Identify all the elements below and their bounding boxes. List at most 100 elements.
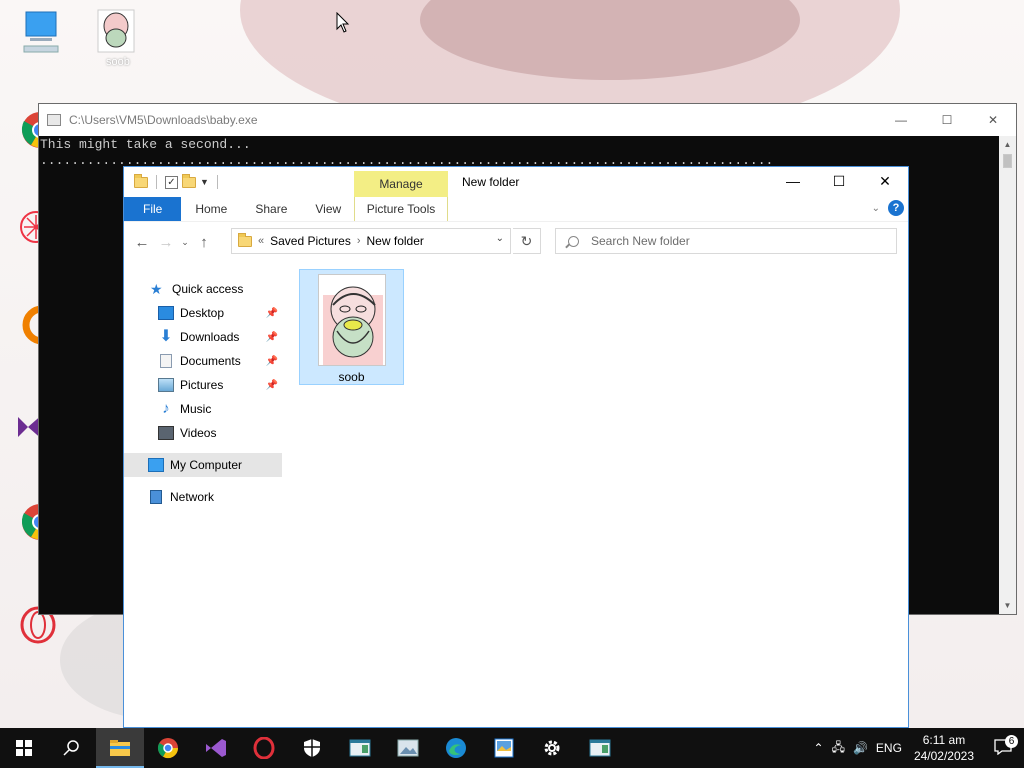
scroll-down-icon[interactable]: ▼ [999,597,1016,614]
this-pc-icon[interactable] [18,8,64,54]
clock-date: 24/02/2023 [913,749,974,763]
console-minimize-button[interactable]: — [878,104,924,136]
up-arrow-icon[interactable]: ↑ [192,234,216,251]
taskbar-image-viewer[interactable] [480,728,528,768]
nav-label: Desktop [180,306,225,320]
tab-file[interactable]: File [124,197,182,221]
tab-home[interactable]: Home [181,197,241,221]
search-placeholder: Search New folder [591,234,690,248]
search-icon [63,740,79,756]
volume-icon[interactable]: 🔊 [849,741,872,755]
explorer-maximize-button[interactable]: ☐ [816,167,862,195]
nav-videos[interactable]: Videos [124,421,282,445]
breadcrumb-overflow[interactable]: « [258,235,264,247]
windows-logo-icon [16,740,32,756]
forward-arrow-icon[interactable]: → [154,234,178,251]
taskbar-settings[interactable] [528,728,576,768]
clock[interactable]: 6:11 am 24/02/2023 [906,732,982,764]
console-scrollbar[interactable]: ▲ ▼ [999,136,1016,614]
file-explorer-window[interactable]: ✓ ▼ Manage New folder — ☐ ✕ File Home Sh… [123,166,909,728]
gear-icon [544,740,560,756]
console-close-button[interactable]: ✕ [970,104,1016,136]
notification-count: 6 [1005,734,1018,748]
network-icon [150,490,162,504]
nav-quick-access[interactable]: ★ Quick access [124,277,282,301]
pin-icon[interactable]: 📌 [266,308,278,319]
nav-network[interactable]: Network [124,485,282,509]
scroll-up-icon[interactable]: ▲ [999,136,1016,153]
nav-desktop[interactable]: Desktop 📌 [124,301,282,325]
help-icon[interactable]: ? [888,200,904,216]
nav-documents[interactable]: Documents 📌 [124,349,282,373]
explorer-minimize-button[interactable]: — [770,167,816,195]
file-explorer-icon [110,740,130,756]
nav-label: Network [170,490,215,504]
window-title: New folder [462,175,520,189]
ribbon-tabs: File Home Share View Picture Tools ⌄ ? [124,197,908,221]
taskbar-photos[interactable] [384,728,432,768]
input-language[interactable]: ENG [872,741,906,755]
nav-label: Videos [180,426,217,440]
taskbar-security[interactable] [288,728,336,768]
taskbar-chrome[interactable] [144,728,192,768]
pin-icon[interactable]: 📌 [266,356,278,367]
taskbar-opera[interactable] [240,728,288,768]
pin-icon[interactable]: 📌 [266,332,278,343]
toolbar-divider [216,175,218,189]
search-button[interactable] [48,728,96,768]
customize-toolbar-icon[interactable]: ▼ [200,177,209,187]
file-item-soob[interactable]: soob [299,269,404,385]
refresh-icon[interactable]: ↻ [513,228,541,254]
recent-locations-icon[interactable]: ⌄ [178,237,192,248]
explorer-titlebar[interactable]: ✓ ▼ Manage New folder — ☐ ✕ [124,167,908,197]
taskbar-app-2[interactable] [576,728,624,768]
breadcrumb-chevron-icon: › [356,235,361,247]
properties-icon[interactable]: ✓ [165,175,178,189]
search-box[interactable]: Search New folder [555,228,897,254]
opera-icon [253,737,275,759]
show-hidden-icons-icon[interactable]: ⌃ [810,741,828,755]
photos-icon [397,739,419,757]
taskbar-file-explorer[interactable] [96,728,144,768]
music-icon: ♪ [162,400,170,417]
console-line: This might take a second... [40,137,251,152]
breadcrumb-new-folder[interactable]: New folder [367,234,424,248]
scroll-thumb[interactable] [1003,154,1012,168]
expand-ribbon-icon[interactable]: ⌄ [872,203,880,214]
nav-pictures[interactable]: Pictures 📌 [124,373,282,397]
nav-my-computer[interactable]: My Computer [124,453,282,477]
console-title: C:\Users\VM5\Downloads\baby.exe [69,113,258,127]
address-dropdown-icon[interactable]: ⌄ [496,233,504,244]
console-maximize-button[interactable]: ☐ [924,104,970,136]
manage-tab[interactable]: Manage [354,171,448,197]
system-tray: ⌃ 🖧 🔊 ENG 6:11 am 24/02/2023 6 [810,728,1024,768]
taskbar-app[interactable] [336,728,384,768]
nav-downloads[interactable]: ⬇ Downloads 📌 [124,325,282,349]
nav-label: Downloads [180,330,240,344]
navigation-pane: ★ Quick access Desktop 📌 ⬇ Downloads 📌 D… [124,277,282,509]
explorer-close-button[interactable]: ✕ [862,167,908,195]
nav-label: My Computer [170,458,243,472]
tab-picture-tools[interactable]: Picture Tools [354,197,448,221]
soob-desktop-icon[interactable] [96,8,142,54]
desktop-icon [158,306,174,320]
start-button[interactable] [0,728,48,768]
address-bar[interactable]: « Saved Pictures › New folder ⌄ [231,228,511,254]
tab-share[interactable]: Share [241,197,301,221]
network-status-icon[interactable]: 🖧 [828,738,849,759]
console-titlebar[interactable]: C:\Users\VM5\Downloads\baby.exe — ☐ ✕ [39,104,1016,136]
taskbar-edge[interactable] [432,728,480,768]
notifications-button[interactable]: 6 [982,734,1024,758]
toolbar-divider [156,175,157,189]
nav-music[interactable]: ♪ Music [124,397,282,421]
back-arrow-icon[interactable]: ← [130,234,154,251]
tab-view[interactable]: View [301,197,355,221]
new-folder-icon[interactable] [182,173,196,188]
app-window-icon [349,739,371,757]
breadcrumb-saved-pictures[interactable]: Saved Pictures [270,234,351,248]
computer-icon [148,458,164,472]
shield-icon [304,739,320,757]
nav-label: Documents [180,354,241,368]
pin-icon[interactable]: 📌 [266,380,278,391]
taskbar-visual-studio[interactable] [192,728,240,768]
